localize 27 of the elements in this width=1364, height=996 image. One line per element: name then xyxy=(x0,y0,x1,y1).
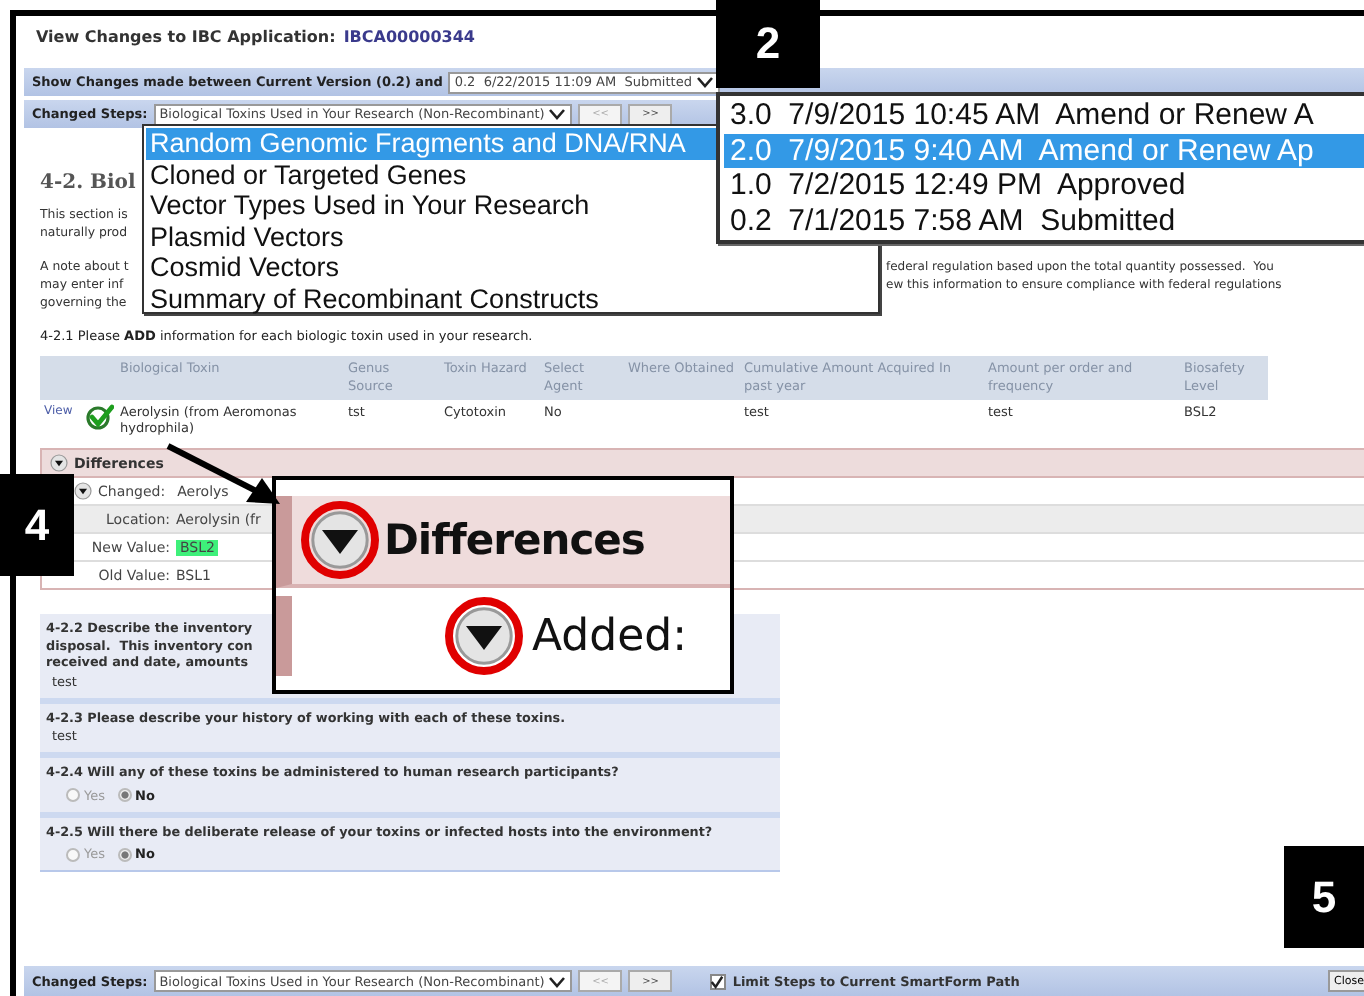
section-heading: 4-2. Biol xyxy=(40,172,136,194)
expand-toggle-icon[interactable] xyxy=(444,596,524,676)
added-label: Added: xyxy=(532,611,688,661)
caret-icon xyxy=(695,76,714,88)
radio-button[interactable] xyxy=(117,847,131,861)
radio-button[interactable] xyxy=(66,788,80,802)
callout-number: 4 xyxy=(0,474,74,576)
differences-title: Differences xyxy=(384,516,645,564)
caret-icon xyxy=(548,975,567,987)
expand-toggle-icon[interactable] xyxy=(50,454,68,472)
caret-icon xyxy=(548,108,567,120)
callout-number: 2 xyxy=(716,0,820,88)
expand-toggle-icon[interactable] xyxy=(300,500,380,580)
check-icon xyxy=(86,404,115,430)
expand-toggle-icon[interactable] xyxy=(74,482,92,500)
checkmark-icon xyxy=(710,973,725,989)
dropdown-option[interactable]: 0.2 7/1/2015 7:58 AM Submitted xyxy=(724,203,1364,238)
dropdown-option[interactable]: 1.0 7/2/2015 12:49 PM Approved xyxy=(724,168,1364,203)
dropdown-option[interactable]: Summary of Recombinant Constructs xyxy=(146,283,878,314)
page-title: View Changes to IBC Application: xyxy=(36,28,336,46)
radio-button[interactable] xyxy=(117,788,131,802)
radio-button[interactable] xyxy=(66,847,80,861)
dropdown-option[interactable]: Cosmid Vectors xyxy=(146,252,878,283)
limit-checkbox[interactable] xyxy=(710,973,727,989)
application-id: IBCA00000344 xyxy=(343,28,475,46)
callout-number: 5 xyxy=(1284,846,1364,948)
dropdown-option[interactable]: 3.0 7/9/2015 10:45 AM Amend or Renew A xyxy=(724,98,1364,133)
